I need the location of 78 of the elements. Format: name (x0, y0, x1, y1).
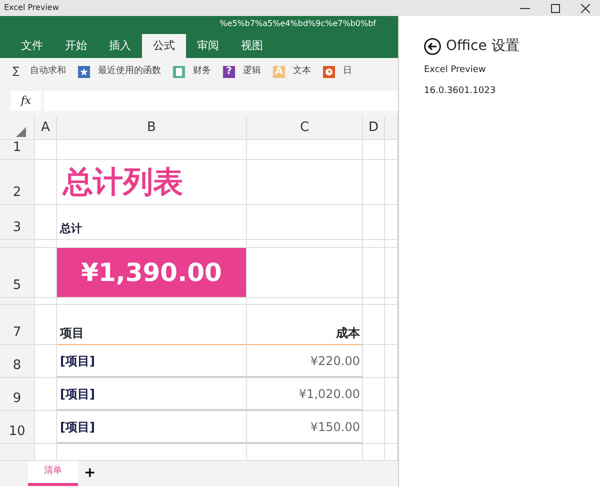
empty-cell[interactable] (247, 298, 363, 305)
ribbon-tab[interactable]: 文件 (10, 34, 54, 58)
empty-cell[interactable] (247, 205, 363, 240)
row-header[interactable] (0, 444, 35, 461)
row-header[interactable]: 5 (0, 248, 35, 298)
row-header[interactable]: 8 (0, 345, 35, 378)
empty-cell[interactable] (35, 378, 57, 411)
add-sheet-button[interactable]: + (78, 463, 102, 484)
column-header[interactable]: D (363, 116, 385, 140)
version-text: 16.0.3601.1023 (424, 84, 497, 98)
empty-cell[interactable] (363, 305, 385, 345)
ribbon-command[interactable]: 最近使用的函数 (73, 58, 168, 86)
table-cell: [项目] (57, 345, 247, 378)
empty-cell[interactable] (247, 240, 363, 248)
column-header[interactable] (385, 116, 398, 140)
function-label[interactable]: fx (11, 91, 41, 111)
empty-cell[interactable] (247, 160, 363, 205)
sheet-tab[interactable]: 清单 (28, 461, 78, 486)
document-name: %e5%b7%a5%e4%bd%9c%e7%b0%bf (218, 18, 378, 30)
ribbon-command[interactable]: ? 逻辑 (218, 58, 268, 86)
column-header[interactable]: A (35, 116, 57, 140)
window-title: Excel Preview (3, 2, 59, 14)
empty-cell[interactable] (363, 248, 385, 298)
column-header[interactable]: C (247, 116, 363, 140)
letter-icon: A (273, 66, 285, 78)
row-header[interactable]: 10 (0, 411, 35, 444)
table-cell: ¥150.00 (247, 411, 363, 444)
row-header[interactable]: 3 (0, 205, 35, 240)
app-name: Excel Preview (424, 64, 487, 77)
ribbon-tab[interactable]: 插入 (98, 34, 142, 58)
table-cell: 总计 (57, 205, 247, 240)
empty-cell[interactable] (363, 205, 385, 240)
table-cell: ¥220.00 (247, 345, 363, 378)
close-icon (580, 4, 590, 12)
row-header[interactable] (0, 240, 35, 248)
empty-cell[interactable] (363, 298, 385, 305)
table-cell: [项目] (57, 411, 247, 444)
table-cell: ¥1,020.00 (247, 378, 363, 411)
table-cell: [项目] (57, 378, 247, 411)
sigma-icon: ∑ (10, 66, 22, 78)
empty-cell[interactable] (35, 205, 57, 240)
panel-title: Office 设置 (446, 37, 520, 56)
row-header[interactable]: 7 (0, 305, 35, 345)
row-header[interactable] (0, 298, 35, 305)
ribbon-command[interactable]: 日 (318, 58, 359, 86)
formula-input[interactable] (44, 91, 398, 111)
table-cell: 成本 (247, 305, 363, 345)
column-header[interactable]: B (57, 116, 247, 140)
empty-cell[interactable] (35, 411, 57, 444)
empty-cell[interactable] (363, 160, 385, 205)
sheet-title: 总计列表 (57, 160, 247, 205)
total-amount: ¥1,390.00 (57, 248, 247, 298)
empty-cell[interactable] (247, 140, 363, 160)
empty-cell[interactable] (363, 140, 385, 160)
table-cell: 项目 (57, 305, 247, 345)
ribbon-tab[interactable]: 开始 (54, 34, 98, 58)
empty-cell[interactable] (35, 345, 57, 378)
row-header[interactable]: 1 (0, 140, 35, 160)
ribbon-tab[interactable]: 审阅 (186, 34, 230, 58)
empty-cell[interactable] (363, 411, 385, 444)
empty-cell[interactable] (363, 240, 385, 248)
back-icon[interactable] (424, 38, 441, 55)
empty-cell[interactable] (35, 305, 57, 345)
row-header[interactable]: 9 (0, 378, 35, 411)
empty-cell[interactable] (363, 378, 385, 411)
ribbon-tab[interactable]: 视图 (230, 34, 274, 58)
empty-cell[interactable] (57, 140, 247, 160)
empty-cell[interactable] (57, 298, 247, 305)
empty-cell[interactable] (363, 345, 385, 378)
maximize-icon (550, 4, 560, 12)
ribbon-tab[interactable]: 公式 (142, 34, 186, 58)
ribbon-command[interactable]: 财务 (168, 58, 218, 86)
row-header[interactable]: 2 (0, 160, 35, 205)
ribbon-command[interactable]: A 文本 (268, 58, 318, 86)
select-all-icon[interactable] (16, 126, 26, 136)
empty-cell[interactable] (35, 160, 57, 205)
ribbon-command[interactable]: ∑ 自动求和 (5, 58, 73, 86)
question-icon: ? (223, 66, 235, 78)
